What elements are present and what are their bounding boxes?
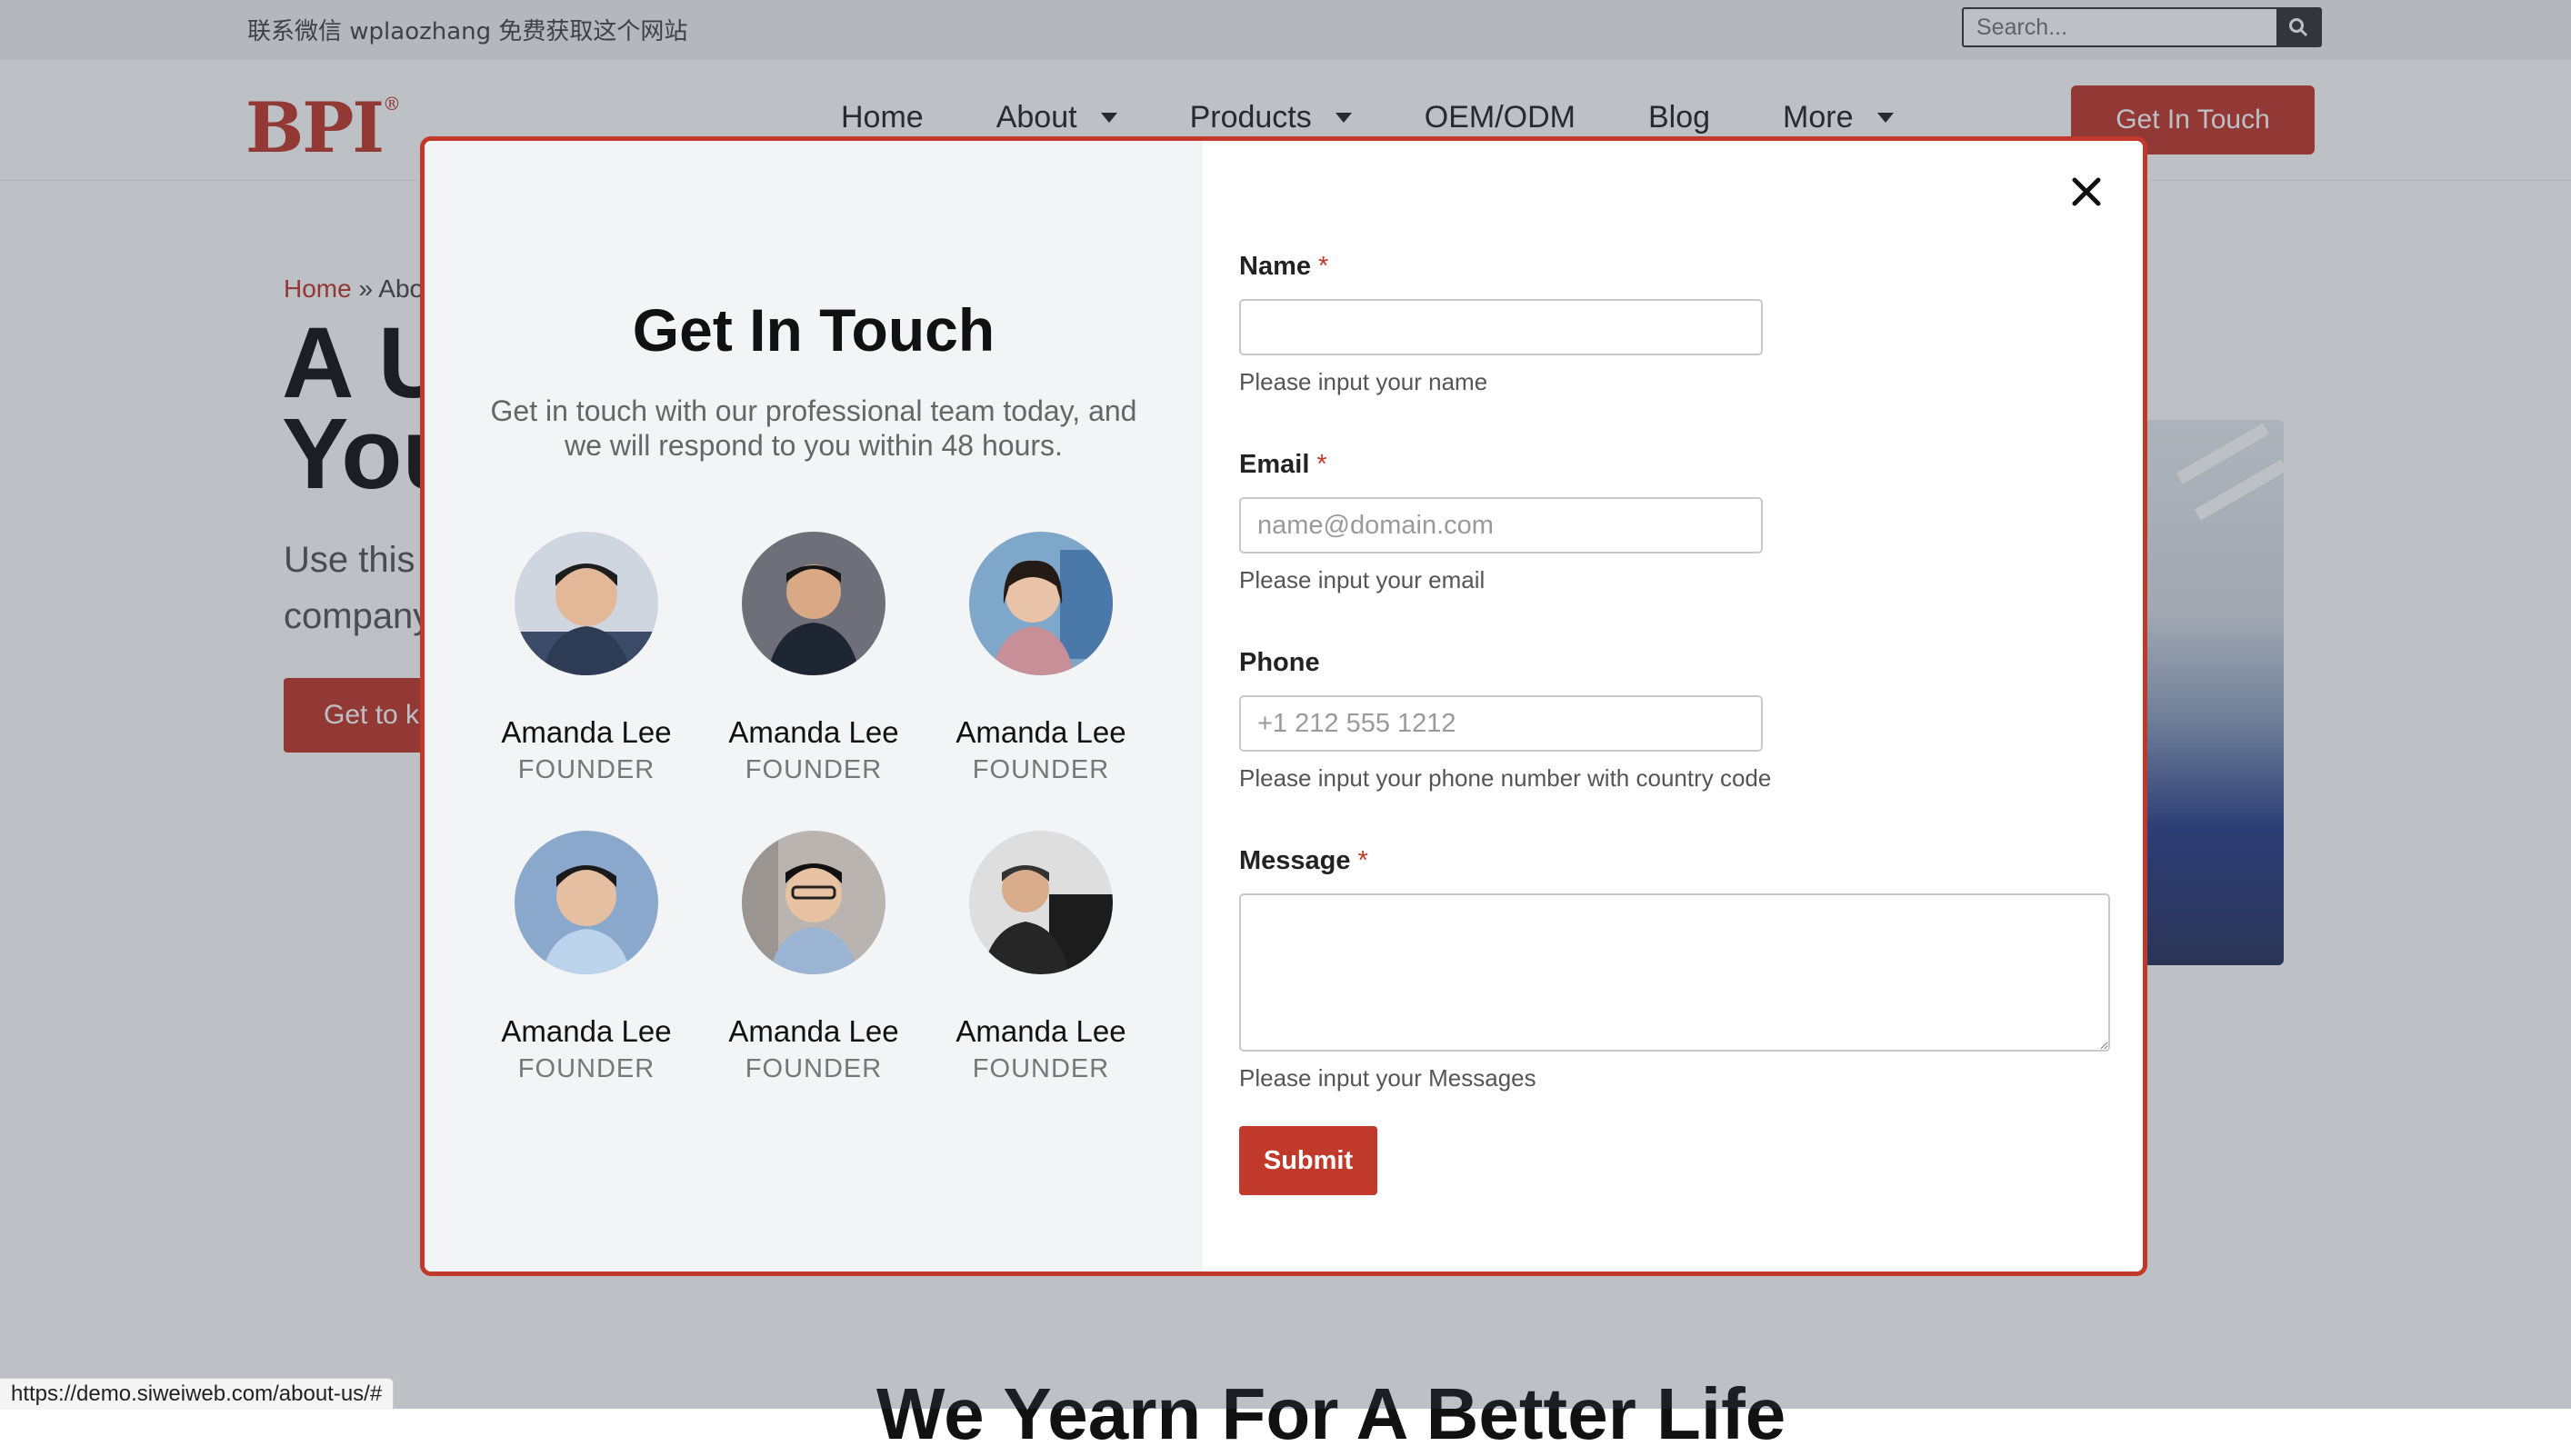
browser-status-url: https://demo.siweiweb.com/about-us/# xyxy=(0,1378,395,1410)
team-member: Amanda Lee FOUNDER xyxy=(473,831,700,1084)
close-button[interactable] xyxy=(2066,172,2106,212)
avatar xyxy=(515,831,658,974)
member-name: Amanda Lee xyxy=(501,1014,672,1048)
modal-form-panel: Name* Please input your name Email* Plea… xyxy=(1203,141,2143,1272)
phone-label-text: Phone xyxy=(1239,648,1320,677)
member-role: FOUNDER xyxy=(745,755,883,784)
member-name: Amanda Lee xyxy=(955,715,1126,749)
modal-team-panel: Get In Touch Get in touch with our profe… xyxy=(425,141,1203,1272)
modal-description: Get in touch with our professional team … xyxy=(490,394,1137,462)
email-field[interactable] xyxy=(1239,497,1763,553)
close-icon xyxy=(2072,177,2101,206)
phone-help-text: Please input your phone number with coun… xyxy=(1239,764,1772,792)
message-textarea[interactable] xyxy=(1239,893,2110,1052)
avatar xyxy=(515,532,658,675)
avatar xyxy=(742,831,885,974)
message-help-text: Please input your Messages xyxy=(1239,1064,1536,1092)
team-member: Amanda Lee FOUNDER xyxy=(700,532,927,785)
message-label: Message * xyxy=(1239,846,1368,876)
member-role: FOUNDER xyxy=(745,1054,883,1083)
message-label-text: Message xyxy=(1239,846,1351,875)
team-member: Amanda Lee FOUNDER xyxy=(927,831,1155,1084)
member-name: Amanda Lee xyxy=(501,715,672,749)
name-label-text: Name xyxy=(1239,252,1311,281)
phone-label: Phone xyxy=(1239,648,1320,678)
required-mark: * xyxy=(1318,252,1329,281)
team-grid: Amanda Lee FOUNDER Amanda Lee FOUNDER Am… xyxy=(479,532,1148,1084)
team-member: Amanda Lee FOUNDER xyxy=(700,831,927,1084)
member-role: FOUNDER xyxy=(972,1054,1110,1083)
avatar xyxy=(969,532,1113,675)
member-name: Amanda Lee xyxy=(955,1014,1126,1048)
member-role: FOUNDER xyxy=(517,755,655,784)
name-field[interactable] xyxy=(1239,299,1763,355)
email-label: Email * xyxy=(1239,450,1327,480)
member-role: FOUNDER xyxy=(972,755,1110,784)
email-help-text: Please input your email xyxy=(1239,566,1486,593)
submit-button[interactable]: Submit xyxy=(1239,1126,1377,1195)
phone-field[interactable] xyxy=(1239,695,1763,752)
email-label-text: Email xyxy=(1239,450,1310,479)
team-member: Amanda Lee FOUNDER xyxy=(927,532,1155,785)
required-mark: * xyxy=(1316,450,1327,479)
modal-title: Get In Touch xyxy=(632,296,995,364)
contact-modal: Get In Touch Get in touch with our profe… xyxy=(420,136,2147,1276)
team-member: Amanda Lee FOUNDER xyxy=(473,532,700,785)
member-name: Amanda Lee xyxy=(728,715,899,749)
member-role: FOUNDER xyxy=(517,1054,655,1083)
name-label: Name * xyxy=(1239,252,1328,282)
avatar xyxy=(969,831,1113,974)
avatar xyxy=(742,532,885,675)
name-help-text: Please input your name xyxy=(1239,368,1488,395)
required-mark: * xyxy=(1357,846,1368,875)
member-name: Amanda Lee xyxy=(728,1014,899,1048)
